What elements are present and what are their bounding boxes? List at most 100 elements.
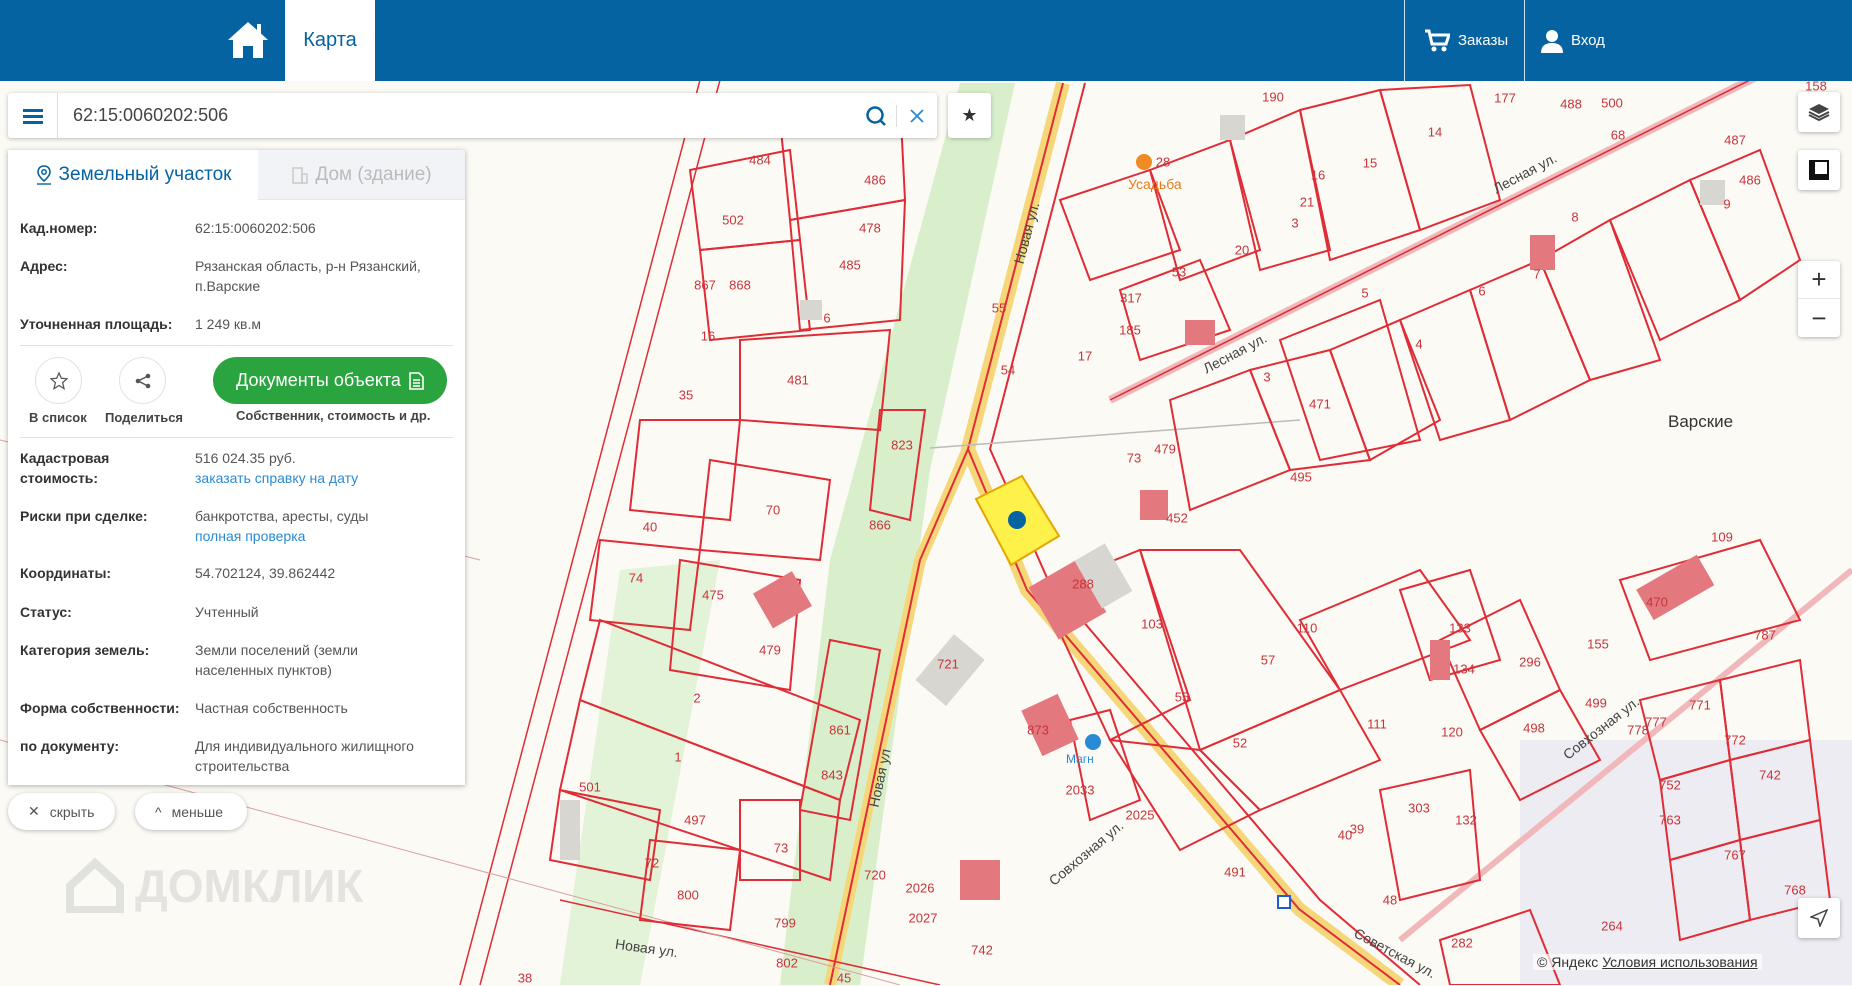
parcel-number-label[interactable]: 2027	[909, 911, 938, 926]
parcel-number-label[interactable]: 303	[1408, 801, 1430, 816]
login-button[interactable]: Вход	[1541, 0, 1605, 81]
parcel-number-label[interactable]: 2033	[1066, 783, 1095, 798]
parcel-number-label[interactable]: 486	[864, 173, 886, 188]
parcel-number-label[interactable]: 3	[1263, 370, 1270, 385]
parcel-number-label[interactable]: 771	[1689, 698, 1711, 713]
parcel-number-label[interactable]: 488	[1560, 97, 1582, 112]
parcel-number-label[interactable]: 485	[839, 258, 861, 273]
parcel-number-label[interactable]: 752	[1659, 778, 1681, 793]
parcel-number-label[interactable]: 491	[1224, 865, 1246, 880]
parcel-number-label[interactable]: 103	[1141, 617, 1163, 632]
documents-button[interactable]: Документы объекта	[213, 357, 447, 404]
clear-search-button[interactable]	[897, 93, 937, 138]
parcel-number-label[interactable]: 111	[1367, 717, 1387, 732]
parcel-number-label[interactable]: 16	[1311, 168, 1325, 183]
parcel-number-label[interactable]: 73	[1127, 451, 1141, 466]
parcel-number-label[interactable]: 72	[645, 856, 659, 871]
parcel-number-label[interactable]: 20	[1235, 243, 1249, 258]
parcel-number-label[interactable]: 110	[1297, 621, 1318, 636]
hide-panel-button[interactable]: ✕ скрыть	[8, 793, 115, 830]
map-poi-shop-label[interactable]: Магн	[1066, 752, 1094, 766]
parcel-number-label[interactable]: 502	[722, 213, 744, 228]
parcel-number-label[interactable]: 501	[579, 780, 601, 795]
parcel-number-label[interactable]: 478	[859, 221, 881, 236]
parcel-number-label[interactable]: 742	[971, 943, 993, 958]
parcel-number-label[interactable]: 14	[1428, 125, 1442, 140]
parcel-number-label[interactable]: 109	[1711, 530, 1733, 545]
parcel-number-label[interactable]: 873	[1027, 723, 1049, 738]
parcel-number-label[interactable]: 843	[821, 768, 843, 783]
parcel-number-label[interactable]: 867	[694, 278, 716, 293]
parcel-number-label[interactable]: 264	[1601, 919, 1623, 934]
parcel-number-label[interactable]: 17	[1078, 349, 1092, 364]
parcel-number-label[interactable]: 763	[1659, 813, 1681, 828]
parcel-number-label[interactable]: 74	[629, 571, 643, 586]
order-certificate-link[interactable]: заказать справку на дату	[195, 470, 358, 486]
parcel-number-label[interactable]: 73	[774, 841, 788, 856]
parcel-number-label[interactable]: 35	[679, 388, 693, 403]
parcel-number-label[interactable]: 721	[937, 657, 959, 672]
zoom-in-button[interactable]: +	[1798, 261, 1840, 299]
parcel-number-label[interactable]: 57	[1261, 653, 1275, 668]
parcel-number-label[interactable]: 2025	[1126, 808, 1155, 823]
tab-map[interactable]: Карта	[285, 0, 375, 81]
parcel-number-label[interactable]: 8	[1571, 210, 1578, 225]
parcel-number-label[interactable]: 4	[1415, 337, 1422, 352]
parcel-number-label[interactable]: 470	[1646, 595, 1668, 610]
parcel-number-label[interactable]: 479	[759, 643, 781, 658]
collapse-panel-button[interactable]: ^ меньше	[135, 793, 247, 830]
parcel-number-label[interactable]: 120	[1441, 725, 1463, 740]
parcel-number-label[interactable]: 296	[1519, 655, 1541, 670]
parcel-number-label[interactable]: 498	[1523, 721, 1545, 736]
parcel-number-label[interactable]: 134	[1453, 662, 1475, 677]
parcel-number-label[interactable]: 861	[829, 723, 851, 738]
favorites-button[interactable]: ★	[948, 93, 991, 138]
parcel-number-label[interactable]: 479	[1154, 442, 1176, 457]
map-poi-label[interactable]: Усадьба	[1128, 176, 1182, 192]
parcel-number-label[interactable]: 866	[869, 518, 891, 533]
parcel-number-label[interactable]: 288	[1072, 577, 1094, 592]
parcel-number-label[interactable]: 190	[1262, 90, 1284, 105]
parcel-number-label[interactable]: 155	[1587, 637, 1609, 652]
parcel-number-label[interactable]: 3	[1291, 216, 1298, 231]
menu-button[interactable]	[8, 93, 58, 138]
parcel-number-label[interactable]: 1	[674, 750, 681, 765]
parcel-number-label[interactable]: 133	[1449, 621, 1471, 636]
parcel-number-label[interactable]: 16	[701, 329, 715, 344]
parcel-number-label[interactable]: 787	[1754, 628, 1776, 643]
parcel-number-label[interactable]: 28	[1156, 155, 1170, 170]
parcel-number-label[interactable]: 132	[1455, 813, 1477, 828]
parcel-number-label[interactable]: 497	[684, 813, 706, 828]
parcel-number-label[interactable]: 481	[787, 373, 809, 388]
parcel-number-label[interactable]: 452	[1166, 511, 1188, 526]
parcel-number-label[interactable]: 499	[1585, 696, 1607, 711]
full-check-link[interactable]: полная проверка	[195, 528, 305, 544]
parcel-number-label[interactable]: 772	[1724, 733, 1746, 748]
parcel-number-label[interactable]: 52	[1233, 736, 1247, 751]
parcel-number-label[interactable]: 5	[1361, 286, 1368, 301]
parcel-number-label[interactable]: 185	[1119, 323, 1141, 338]
zoom-out-button[interactable]: −	[1798, 299, 1840, 337]
parcel-number-label[interactable]: 21	[1300, 195, 1314, 210]
parcel-number-label[interactable]: 9	[1723, 197, 1730, 212]
parcel-number-label[interactable]: 868	[729, 278, 751, 293]
parcel-number-label[interactable]: 823	[891, 438, 913, 453]
parcel-number-label[interactable]: 40	[643, 520, 657, 535]
parcel-number-label[interactable]: 38	[518, 971, 532, 986]
parcel-number-label[interactable]: 68	[1611, 128, 1625, 143]
parcel-number-label[interactable]: 800	[677, 888, 699, 903]
parcel-number-label[interactable]: 495	[1290, 470, 1312, 485]
parcel-number-label[interactable]: 768	[1784, 883, 1806, 898]
parcel-number-label[interactable]: 53	[1172, 265, 1186, 280]
parcel-number-label[interactable]: 177	[1494, 91, 1516, 106]
parcel-number-label[interactable]: 7	[1533, 267, 1540, 282]
parcel-number-label[interactable]: 2026	[906, 881, 935, 896]
parcel-number-label[interactable]: 15	[1363, 156, 1377, 171]
parcel-number-label[interactable]: 70	[766, 503, 780, 518]
parcel-number-label[interactable]: 55	[1175, 690, 1189, 705]
home-button[interactable]	[226, 20, 270, 60]
parcel-number-label[interactable]: 54	[1001, 363, 1015, 378]
parcel-number-label[interactable]: 45	[837, 971, 851, 986]
search-button[interactable]	[856, 93, 896, 138]
parcel-number-label[interactable]: 767	[1724, 848, 1746, 863]
